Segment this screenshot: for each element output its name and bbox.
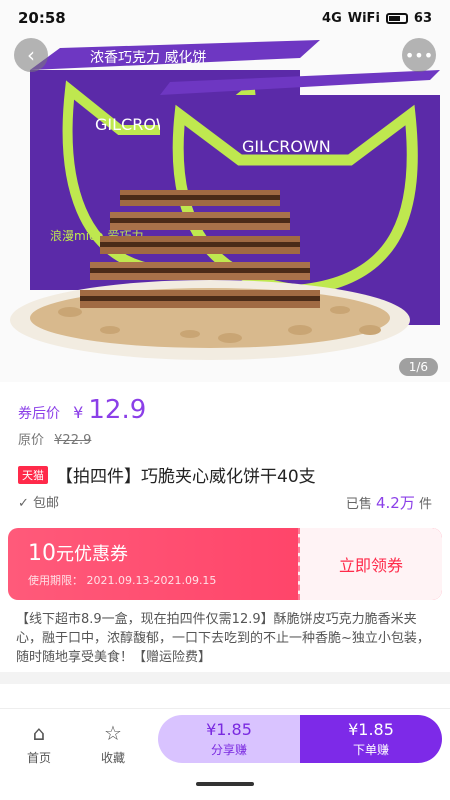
after-coupon-label: 券后价 (18, 406, 60, 422)
wifi-icon: WiFi (347, 10, 380, 26)
coupon-unit: 元优惠券 (56, 544, 128, 565)
image-counter: 1/6 (398, 358, 438, 376)
coupon-period-value: 2021.09.13-2021.09.15 (86, 574, 217, 587)
signal-icon: 4G (322, 10, 342, 26)
shipping-info: ✓ 包邮 (18, 492, 59, 513)
tmall-badge: 天猫 (18, 465, 48, 484)
price-block: 券后价 ¥ 12.9 原价 ¥22.9 (18, 395, 438, 448)
coupon-amount: 10元优惠券 (28, 540, 216, 566)
more-button[interactable]: ••• (402, 38, 436, 72)
coupon-value: 10 (28, 541, 56, 566)
status-bar: 20:58 4G WiFi 63 (0, 0, 450, 36)
coupon-period: 使用期限： 2021.09.13-2021.09.15 (28, 572, 216, 588)
status-time: 20:58 (18, 9, 66, 27)
home-button[interactable]: ⌂ 首页 (4, 721, 74, 766)
star-icon: ☆ (104, 721, 122, 745)
product-image-carousel[interactable]: 浓香巧克力 威化饼 GILCROWN GILCROWN 浪漫mioa 爱巧力 (0, 0, 450, 382)
section-divider (0, 672, 450, 684)
home-label: 首页 (26, 751, 51, 765)
order-earn-button[interactable]: ¥1.85 下单赚 (300, 715, 442, 763)
original-price-row: 原价 ¥22.9 (18, 429, 438, 448)
product-meta-row: ✓ 包邮 已售 4.2万 件 (18, 492, 432, 513)
favorite-label: 收藏 (100, 751, 125, 765)
share-amount: ¥1.85 (206, 720, 252, 739)
product-title-row: 天猫 【拍四件】巧脆夹心威化饼干40支 (18, 462, 438, 487)
product-image: 浓香巧克力 威化饼 GILCROWN GILCROWN 浪漫mioa 爱巧力 (0, 0, 450, 382)
coupon-card[interactable]: 10元优惠券 使用期限： 2021.09.13-2021.09.15 立即领券 (8, 528, 442, 600)
bottom-action-bar: ⌂ 首页 ☆ 收藏 ¥1.85 分享赚 ¥1.85 下单赚 (0, 708, 450, 779)
box-top-text: 浓香巧克力 威化饼 (90, 50, 206, 66)
order-amount: ¥1.85 (348, 720, 394, 739)
battery-level: 63 (413, 10, 432, 26)
coupon-info: 10元优惠券 使用期限： 2021.09.13-2021.09.15 (28, 540, 216, 588)
sold-count: 4.2万 (375, 494, 415, 512)
share-label: 分享赚 (210, 743, 247, 757)
brand-logo-front: GILCROWN (242, 137, 331, 156)
share-earn-button[interactable]: ¥1.85 分享赚 (158, 715, 300, 763)
shipping-label: 包邮 (33, 496, 60, 511)
claim-coupon-button[interactable]: 立即领券 (298, 528, 442, 600)
original-price: ¥22.9 (54, 433, 92, 448)
product-description: 【线下超市8.9一盒，现在拍四件仅需12.9】酥脆饼皮巧克力脆香米夹心，融于口中… (16, 612, 430, 665)
sold-unit: 件 (418, 497, 432, 512)
back-icon: ‹ (27, 43, 35, 67)
after-coupon-price: 12.9 (88, 395, 147, 425)
sold-label: 已售 (345, 497, 372, 512)
check-circle-icon: ✓ (18, 496, 29, 511)
more-icon: ••• (404, 45, 434, 65)
coupon-period-label: 使用期限： (28, 574, 83, 587)
battery-icon (385, 12, 408, 24)
sold-info: 已售 4.2万 件 (346, 492, 432, 513)
back-button[interactable]: ‹ (14, 38, 48, 72)
original-price-label: 原价 (18, 433, 45, 448)
product-title: 【拍四件】巧脆夹心威化饼干40支 (56, 467, 316, 487)
order-label: 下单赚 (352, 743, 389, 757)
favorite-button[interactable]: ☆ 收藏 (78, 721, 148, 766)
currency-symbol: ¥ (73, 403, 84, 422)
home-icon: ⌂ (32, 721, 46, 745)
home-indicator[interactable] (196, 782, 254, 786)
